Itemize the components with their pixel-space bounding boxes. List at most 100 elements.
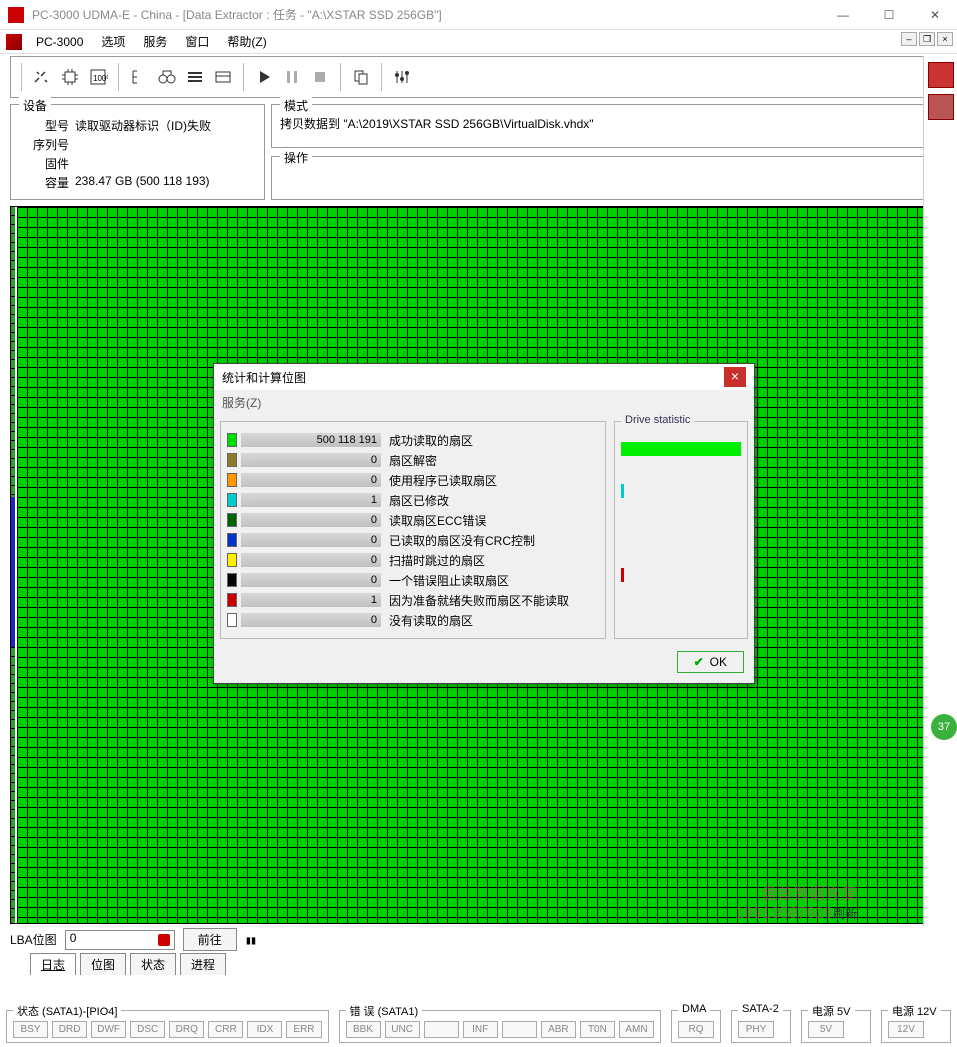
- status-indicator: ABR: [541, 1021, 576, 1038]
- pause-icon[interactable]: ▮▮: [245, 933, 255, 947]
- stat-label: 扇区已修改: [385, 492, 599, 509]
- stat-label: 一个错误阻止读取扇区: [385, 572, 599, 589]
- mdi-close[interactable]: ×: [937, 32, 953, 46]
- tool-stop-icon[interactable]: [306, 63, 334, 91]
- menu-bar: PC-3000 选项 服务 窗口 帮助(Z): [0, 30, 957, 54]
- color-swatch: [227, 613, 237, 627]
- lba-label: LBA位图: [10, 931, 57, 948]
- color-swatch: [227, 573, 237, 587]
- status-indicator: DRQ: [169, 1021, 204, 1038]
- tool-stack-icon[interactable]: [181, 63, 209, 91]
- map-overview-strip[interactable]: [11, 207, 15, 923]
- status-indicator: RQ: [678, 1021, 714, 1038]
- stat-row: 0 扫描时跳过的扇区: [227, 550, 599, 570]
- tab-status[interactable]: 状态: [130, 953, 176, 975]
- tab-bitmap[interactable]: 位图: [80, 953, 126, 975]
- tab-log[interactable]: 日志: [30, 953, 76, 975]
- drive-statistic-legend: Drive statistic: [621, 414, 694, 426]
- stat-row: 0 一个错误阻止读取扇区: [227, 570, 599, 590]
- color-swatch: [227, 433, 237, 447]
- stat-label: 读取扇区ECC错误: [385, 512, 599, 529]
- stat-row: 500 118 191成功读取的扇区: [227, 430, 599, 450]
- status-indicator: DRD: [52, 1021, 87, 1038]
- tool-slider-icon[interactable]: [388, 63, 416, 91]
- device-panel: 设备 型号读取驱动器标识（ID)失败 序列号 固件 容量238.47 GB (5…: [10, 104, 265, 200]
- svg-text:100%: 100%: [93, 74, 108, 83]
- tool-chip-icon[interactable]: [56, 63, 84, 91]
- tool-settings-icon[interactable]: [28, 63, 56, 91]
- tool-copy-icon[interactable]: [347, 63, 375, 91]
- stat-count: 1: [241, 593, 381, 607]
- bottom-tabs: 日志 位图 状态 进程: [30, 953, 947, 975]
- ok-label: OK: [710, 655, 727, 669]
- dialog-titlebar[interactable]: 统计和计算位图 ×: [214, 364, 754, 390]
- color-swatch: [227, 533, 237, 547]
- status-group: 电源 5V5V: [801, 1010, 871, 1043]
- toolbar: 100%: [10, 56, 947, 98]
- maximize-button[interactable]: ☐: [875, 8, 903, 22]
- stat-count: 0: [241, 573, 381, 587]
- mdi-minimize[interactable]: –: [901, 32, 917, 46]
- status-indicator: 5V: [808, 1021, 844, 1038]
- mdi-restore[interactable]: ❐: [919, 32, 935, 46]
- stat-count: 0: [241, 533, 381, 547]
- window-titlebar: PC-3000 UDMA-E - China - [Data Extractor…: [0, 0, 957, 30]
- drive-statistic-panel: Drive statistic: [614, 421, 748, 639]
- lba-record-icon[interactable]: [158, 934, 170, 946]
- tool-percent-icon[interactable]: 100%: [84, 63, 112, 91]
- stat-label: 没有读取的扇区: [385, 612, 599, 629]
- close-button[interactable]: ✕: [921, 8, 949, 22]
- tool-card-icon[interactable]: [209, 63, 237, 91]
- dialog-close-button[interactable]: ×: [724, 367, 746, 387]
- status-group-title: 电源 12V: [888, 1003, 941, 1019]
- status-indicator: CRR: [208, 1021, 243, 1038]
- tab-process[interactable]: 进程: [180, 953, 226, 975]
- status-bar: 状态 (SATA1)-[PIO4]BSYDRDDWFDSCDRQCRRIDXER…: [0, 1008, 957, 1047]
- stat-count: 0: [241, 553, 381, 567]
- goto-button[interactable]: 前往: [183, 928, 237, 951]
- stat-count: 0: [241, 453, 381, 467]
- tool-play-icon[interactable]: [250, 63, 278, 91]
- status-group: 状态 (SATA1)-[PIO4]BSYDRDDWFDSCDRQCRRIDXER…: [6, 1010, 329, 1043]
- stat-label: 已读取的扇区没有CRC控制: [385, 532, 599, 549]
- progress-badge: 37: [931, 714, 957, 740]
- stat-row: 0没有读取的扇区: [227, 610, 599, 630]
- tool-binoculars-icon[interactable]: [153, 63, 181, 91]
- minimize-button[interactable]: —: [829, 8, 857, 22]
- right-tool-1-icon[interactable]: [928, 62, 954, 88]
- app-label: PC-3000: [28, 33, 91, 51]
- status-indicator: BSY: [13, 1021, 48, 1038]
- right-tool-2-icon[interactable]: [928, 94, 954, 120]
- watermark: 盘首数据恢复 18913587628刷新: [735, 885, 857, 923]
- tool-tree-icon[interactable]: [125, 63, 153, 91]
- status-indicator: UNC: [385, 1021, 420, 1038]
- status-indicator: DWF: [91, 1021, 126, 1038]
- status-group: SATA-2PHY: [731, 1010, 791, 1043]
- device-panel-title: 设备: [19, 97, 51, 114]
- stat-row: 0扇区解密: [227, 450, 599, 470]
- status-group-title: 错 误 (SATA1): [346, 1003, 423, 1019]
- window-title: PC-3000 UDMA-E - China - [Data Extractor…: [32, 6, 829, 23]
- ok-button[interactable]: ✔ OK: [677, 651, 744, 673]
- menu-window[interactable]: 窗口: [177, 31, 217, 52]
- status-indicator: PHY: [738, 1021, 774, 1038]
- capacity-value: 238.47 GB (500 118 193): [75, 174, 210, 191]
- menu-service[interactable]: 服务: [135, 31, 175, 52]
- menu-options[interactable]: 选项: [93, 31, 133, 52]
- stat-label: 使用程序已读取扇区: [385, 472, 599, 489]
- dialog-menu-service[interactable]: 服务(Z): [214, 390, 754, 415]
- status-group-title: DMA: [678, 1003, 710, 1015]
- stat-row: 0 已读取的扇区没有CRC控制: [227, 530, 599, 550]
- lba-input[interactable]: 0: [65, 930, 175, 950]
- menu-help[interactable]: 帮助(Z): [219, 31, 274, 52]
- lba-bar: LBA位图 0 前往 ▮▮: [10, 928, 947, 951]
- capacity-label: 容量: [19, 174, 75, 191]
- dialog-title: 统计和计算位图: [222, 369, 724, 386]
- stat-row: 0使用程序已读取扇区: [227, 470, 599, 490]
- stats-list: 500 118 191成功读取的扇区0扇区解密0使用程序已读取扇区1扇区已修改0…: [220, 421, 606, 639]
- firmware-label: 固件: [19, 155, 75, 172]
- tool-pause-icon[interactable]: [278, 63, 306, 91]
- color-swatch: [227, 453, 237, 467]
- stat-label: 扫描时跳过的扇区: [385, 552, 599, 569]
- status-indicator: [502, 1021, 537, 1038]
